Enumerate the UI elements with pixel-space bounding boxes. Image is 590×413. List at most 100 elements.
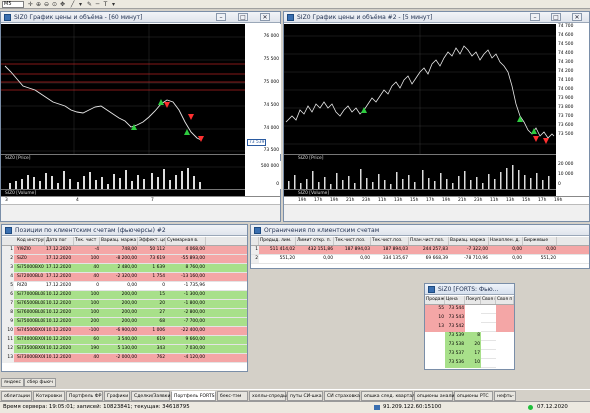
cursor-icon[interactable]: ✛ [27, 1, 34, 8]
table-row[interactable]: 6 Si77000BL0B 10.12.2020 100 200,00 15 -1 300,… [2, 291, 247, 300]
row-number: 2 [2, 255, 14, 264]
column-header[interactable]: Биржевые [523, 237, 557, 245]
tab-item[interactable]: опшка след. квартал. [361, 391, 417, 401]
table-row[interactable]: 11 Si74000BX0B 10.12.2020 60 3 540,00 619 9 66… [2, 336, 247, 345]
table-row[interactable]: 2 SiZ0 17.12.2020 100 -8 200,00 73 619 -55 893… [2, 255, 247, 264]
maximize-button[interactable]: □ [238, 13, 248, 21]
orderbook-row[interactable]: 55 73 544 [425, 305, 514, 314]
orderbook-row[interactable]: 73 539 8 [425, 332, 514, 341]
zoom-icon[interactable]: ⊙ [51, 1, 58, 8]
y-tick: 73 700 [558, 114, 574, 119]
chart1-x-axis: 3 4 7 [1, 196, 280, 204]
column-header[interactable] [251, 237, 259, 245]
minimize-button[interactable]: – [530, 13, 540, 21]
orderbook-row[interactable]: 13 73 542 [425, 323, 514, 332]
orderbook-row[interactable]: 73 536 10 [425, 359, 514, 368]
hand-icon[interactable]: ✥ [59, 1, 66, 8]
orderbook-row[interactable]: 73 537 17 [425, 350, 514, 359]
table-row[interactable]: 4 Si72000BL0 17.12.2020 40 -2 320,00 1 754 -13… [2, 273, 247, 282]
tab-sber-futures[interactable]: сбер фьюч [24, 378, 56, 387]
column-header[interactable]: Вариац. маржа [449, 237, 489, 245]
buy-volume [465, 314, 481, 323]
column-header[interactable]: Эффект. цена [138, 237, 166, 245]
tab-item[interactable]: Котировки [33, 391, 65, 401]
zoom-in-icon[interactable]: ⊕ [35, 1, 42, 8]
column-header[interactable]: Суммарная в. [166, 237, 206, 245]
table-cell: Si73500BX0B [17, 346, 45, 351]
column-header[interactable]: Накоплен. д. [489, 237, 523, 245]
table-cell: 0,00 [546, 247, 556, 252]
orderbook-body: 55 73 544 10 73 543 13 73 542 73 539 8 73 538 20 7… [425, 305, 514, 369]
column-header[interactable]: Тек.чист.поз. [334, 237, 371, 245]
chart2-price-panel[interactable] [284, 24, 556, 154]
tab-item[interactable]: Портфель FORTS [171, 391, 216, 401]
orderbook-titlebar: SiZ0 [FORTS: Фью... [425, 284, 514, 295]
tab-yandex[interactable]: яндекс [1, 378, 25, 387]
y-tick: 74 100 [558, 78, 574, 83]
column-header[interactable]: Вариац. маржа [100, 237, 138, 245]
chart1-volume-legend: SIZ0 [Volume] [1, 189, 245, 196]
interval-select[interactable]: M5 [2, 1, 24, 8]
y-tick: 74 700 [558, 24, 574, 29]
column-header[interactable]: Тек. чист [74, 237, 100, 245]
chart2-price-axis: 74 700 74 600 74 500 74 400 74 300 74 20… [556, 24, 589, 154]
table-row[interactable]: 5 RIZ0 17.12.2020 0 0,00 0 -1 735,96 [2, 282, 247, 291]
zoom-out-icon[interactable]: ⊖ [43, 1, 50, 8]
table-row[interactable]: 2 551,20 0,00 0,00 334 135,67 69 668,39 -78 71… [251, 255, 589, 264]
x-tick: 19h [442, 198, 451, 203]
tab-item[interactable]: нефть- [494, 391, 516, 401]
table-row[interactable]: 8 Si76000BL0B 10.12.2020 100 200,00 27 -2 800,… [2, 309, 247, 318]
y-tick: 0 [276, 182, 279, 187]
column-header[interactable]: Код инструм [16, 237, 45, 245]
chart1-price-panel[interactable] [1, 24, 245, 154]
maximize-button[interactable]: □ [551, 13, 561, 21]
table-row[interactable]: 3 Si75000BX0 17.12.2020 40 2 480,00 1 639 8 76… [2, 264, 247, 273]
tab-item[interactable]: Сделки/Заявки [131, 391, 170, 401]
table-cell: 551,20 [540, 256, 556, 261]
chevron-down-icon[interactable]: ▾ [110, 1, 117, 8]
chart1-volume-panel[interactable] [1, 161, 245, 189]
tab-item[interactable]: опционы анализ [414, 391, 457, 401]
tab-item[interactable]: опционы РТС [454, 391, 493, 401]
text-icon[interactable]: T [102, 1, 109, 8]
close-button[interactable]: ✕ [572, 13, 582, 21]
chart2-volume-panel[interactable] [284, 161, 556, 189]
minimize-button[interactable]: – [216, 13, 226, 21]
orderbook-row[interactable]: 10 73 543 [425, 314, 514, 323]
tab-item[interactable]: путы СИ-шка [287, 391, 323, 401]
table-cell: Si76000BL0B [17, 310, 45, 315]
table-row[interactable]: 7 Si76500BL0B 10.12.2020 100 200,00 20 -1 800,… [2, 300, 247, 309]
table-row[interactable]: 9 Si75000BL0B 10.12.2020 200 200,00 68 -7 700,… [2, 318, 247, 327]
column-header[interactable]: План.чист.поз. [409, 237, 449, 245]
close-button[interactable]: ✕ [260, 13, 270, 21]
tab-item[interactable]: Графики [104, 391, 130, 401]
table-row[interactable]: 1 Yl9ZI0 17.12.2020 -4 748,00 50 112 4 068,00 [2, 246, 247, 255]
table-row[interactable]: 12 Si73500BX0B 10.12.2020 190 5 130,00 343 7 0… [2, 345, 247, 354]
chart2-scroll-area[interactable] [284, 204, 589, 221]
table-row[interactable]: 13 Si73000BX0B 10.12.2020 40 -2 000,00 762 -4 … [2, 354, 247, 363]
chart1-scroll-area[interactable] [1, 204, 280, 221]
column-header[interactable]: Дата пог [45, 237, 74, 245]
column-header[interactable]: Лимит откр. п. [296, 237, 334, 245]
orderbook-row[interactable]: 73 538 20 [425, 341, 514, 350]
y-tick: 76 000 [263, 34, 279, 39]
hline-icon[interactable]: ─ [94, 1, 101, 8]
column-header[interactable]: Тек.чист.поз. [371, 237, 409, 245]
chevron-down-icon[interactable]: ▾ [77, 1, 84, 8]
pencil-icon[interactable]: ✎ [86, 1, 93, 8]
tab-item[interactable]: Портфель ФР [66, 391, 103, 401]
table-cell: 17.12.2020 [46, 247, 72, 252]
table-cell: 40 [93, 274, 99, 279]
tab-item[interactable]: облигации [1, 391, 32, 401]
table-row[interactable]: 1 511 414,02 432 151,86 187 894,03 187 894,0… [251, 246, 589, 255]
column-header[interactable]: Предыд. лим. [259, 237, 296, 245]
y-tick: 73 900 [558, 96, 574, 101]
table-cell: 100 [90, 256, 99, 261]
y-tick: 73 800 [558, 105, 574, 110]
table-row[interactable]: 10 Si74500BX0B 10.12.2020 -100 -6 900,00 1 00… [2, 327, 247, 336]
tab-item[interactable]: холлы-спреды [249, 391, 287, 401]
x-tick: 15h [522, 198, 531, 203]
line-icon[interactable]: ╱ [69, 1, 76, 8]
tab-item[interactable]: СИ страховка [324, 391, 360, 401]
tab-item[interactable]: бекс-тэм [217, 391, 248, 401]
